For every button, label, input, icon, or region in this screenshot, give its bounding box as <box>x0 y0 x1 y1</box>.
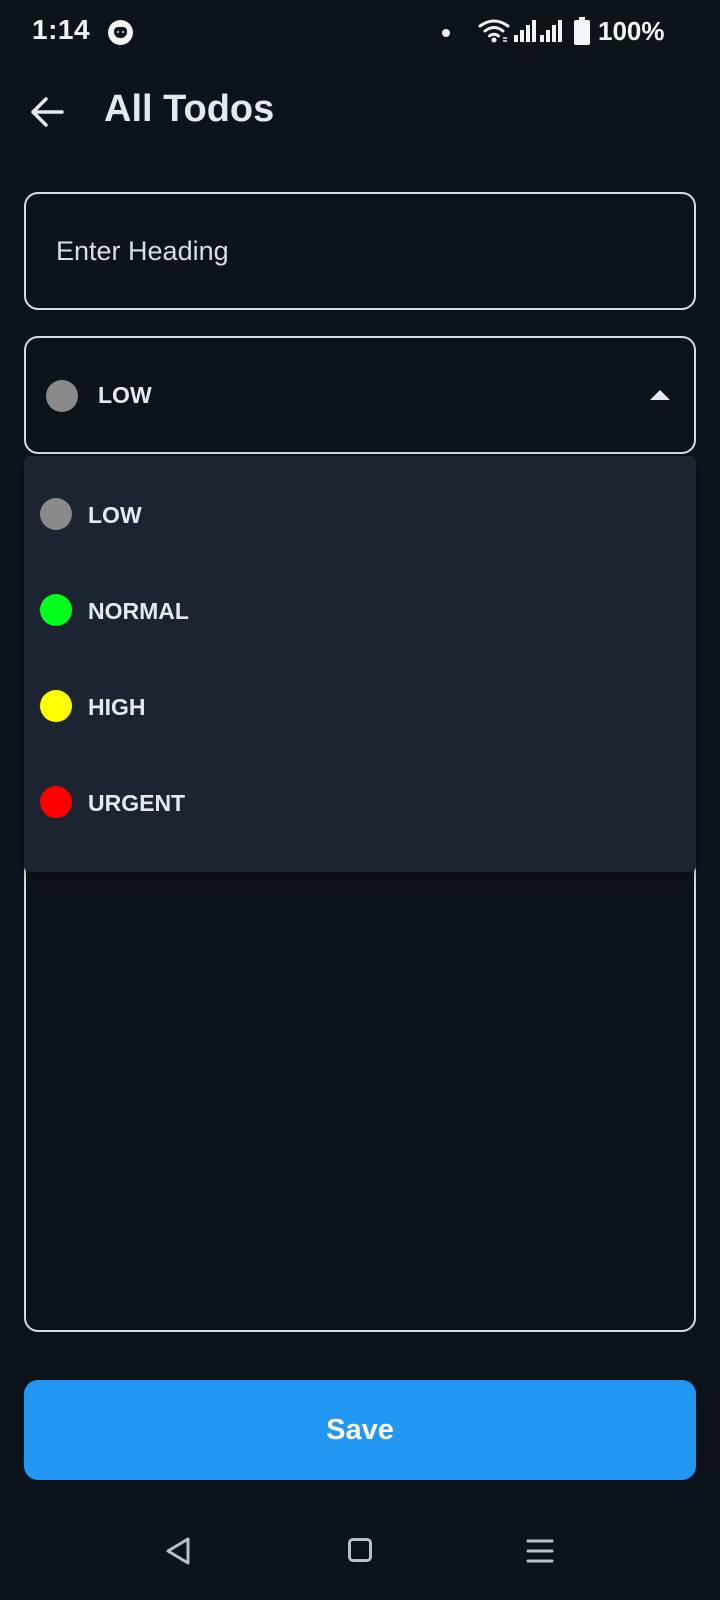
priority-option-high[interactable]: HIGH <box>24 658 696 754</box>
priority-option-low[interactable]: LOW <box>24 466 696 562</box>
priority-option-label: LOW <box>88 502 142 528</box>
heading-input[interactable] <box>26 194 694 308</box>
priority-selected-label: LOW <box>98 382 152 408</box>
notification-dot-icon <box>442 29 450 37</box>
status-bar: 1:14 100% <box>0 0 720 66</box>
priority-option-normal[interactable]: NORMAL <box>24 562 696 658</box>
priority-option-label: NORMAL <box>88 598 189 624</box>
cat-icon <box>108 20 133 45</box>
priority-dropdown-menu: LOW NORMAL HIGH URGENT <box>24 456 696 872</box>
arrow-left-icon[interactable] <box>22 86 74 138</box>
nav-back-icon[interactable] <box>164 1536 192 1566</box>
battery-percentage: 100% <box>598 16 665 46</box>
priority-option-urgent[interactable]: URGENT <box>24 754 696 850</box>
nav-home-icon[interactable] <box>348 1538 372 1562</box>
heading-field[interactable] <box>24 192 696 310</box>
page-title: All Todos <box>104 88 275 130</box>
priority-select[interactable]: LOW <box>24 336 696 454</box>
priority-option-label: URGENT <box>88 790 186 816</box>
signal-icon <box>540 20 562 42</box>
wifi-icon <box>478 19 510 43</box>
signal-icon <box>514 20 536 42</box>
save-button[interactable]: Save <box>24 1380 696 1480</box>
priority-color-dot <box>46 380 78 412</box>
priority-option-label: HIGH <box>88 694 146 720</box>
priority-color-dot <box>40 498 72 530</box>
caret-up-icon <box>650 390 670 400</box>
priority-color-dot <box>40 786 72 818</box>
battery-icon <box>574 17 590 45</box>
status-time: 1:14 <box>32 14 91 45</box>
nav-recents-icon[interactable] <box>526 1538 554 1564</box>
priority-color-dot <box>40 690 72 722</box>
save-button-label: Save <box>326 1413 394 1446</box>
priority-color-dot <box>40 594 72 626</box>
